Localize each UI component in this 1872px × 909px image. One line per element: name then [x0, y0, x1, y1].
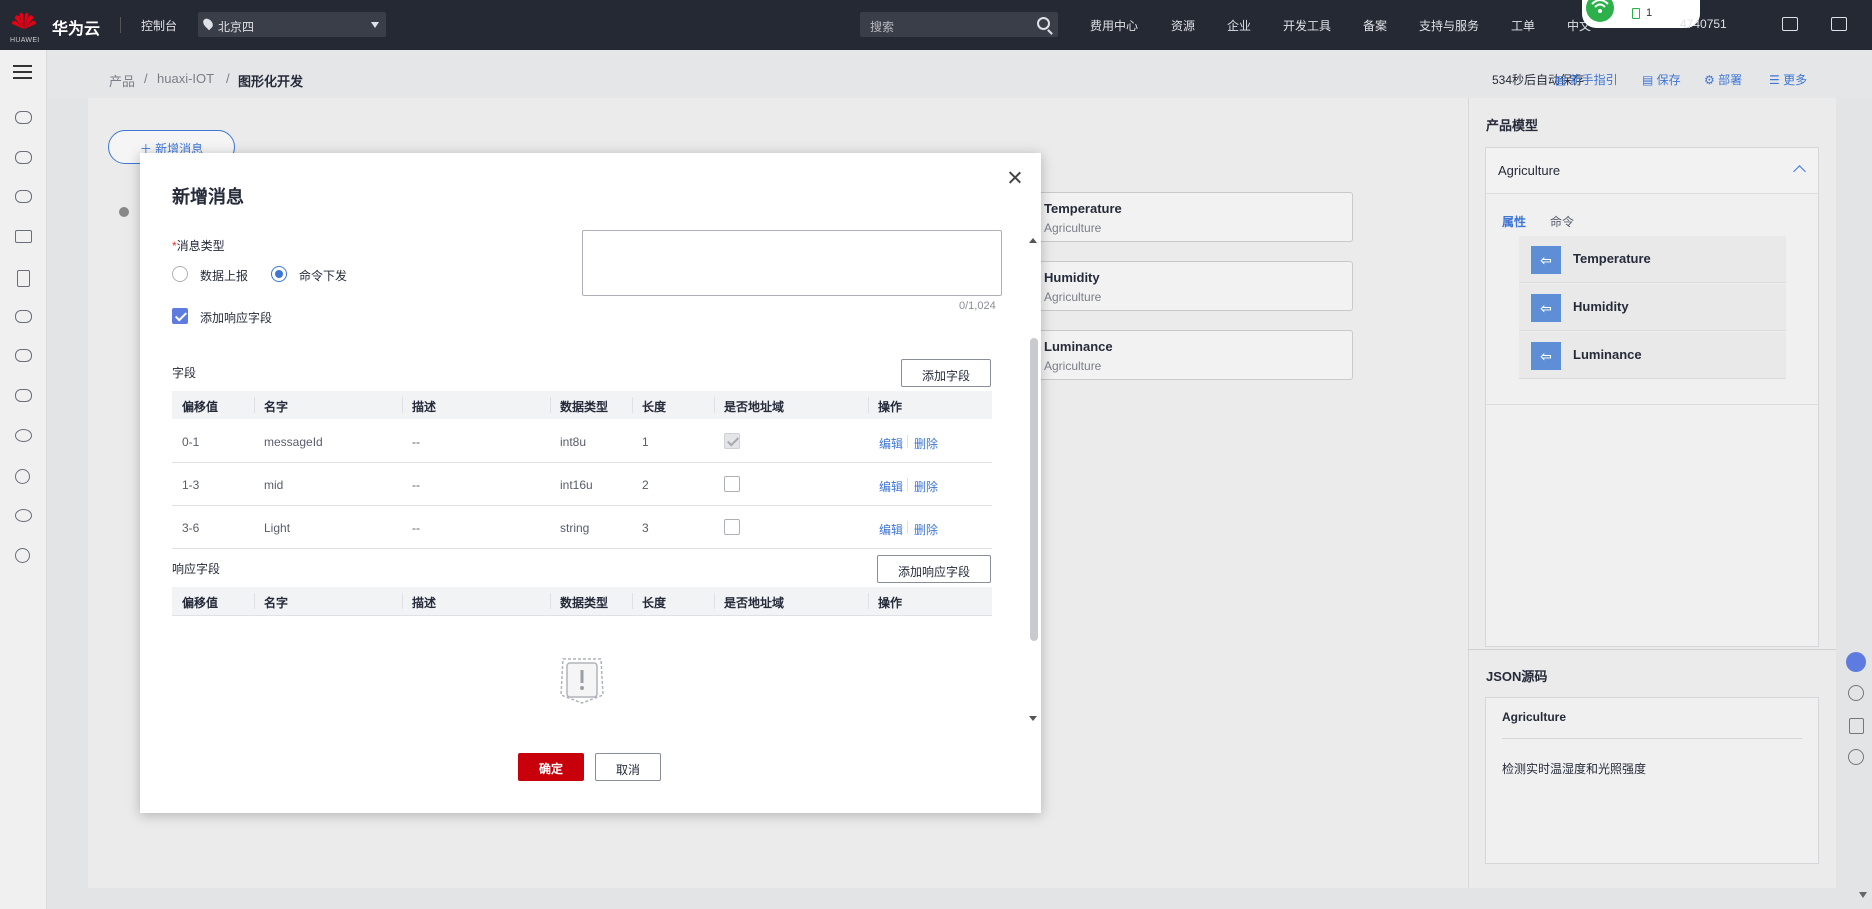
scrollbar-thumb[interactable]: [1030, 338, 1038, 641]
table-row: 1-3 mid -- int16u 2 编辑 删除: [172, 463, 992, 506]
cell-name: mid: [264, 478, 284, 492]
col-separator: [632, 593, 633, 609]
cell-desc: --: [412, 435, 420, 449]
col-length: 长度: [642, 596, 667, 610]
col-separator: [714, 593, 715, 609]
col-separator: [714, 397, 715, 413]
cell-desc: --: [412, 521, 420, 535]
dialog-scrollbar[interactable]: [1025, 238, 1039, 724]
cell-offset: 1-3: [182, 478, 200, 492]
radio-data-report-label[interactable]: 数据上报: [200, 267, 248, 284]
cell-name: Light: [264, 521, 291, 535]
confirm-button[interactable]: 确定: [518, 753, 584, 781]
col-separator: [254, 593, 255, 609]
cell-length: 1: [642, 435, 649, 449]
description-textarea[interactable]: [582, 230, 1002, 296]
cell-length: 3: [642, 521, 649, 535]
cell-type: int16u: [560, 478, 593, 492]
add-response-field-button[interactable]: 添加响应字段: [877, 555, 991, 583]
response-fields-label: 响应字段: [172, 562, 221, 576]
char-counter: 0/1,024: [959, 300, 996, 312]
col-actions: 操作: [878, 400, 903, 414]
cell-offset: 0-1: [182, 435, 200, 449]
edit-link[interactable]: 编辑: [879, 435, 903, 452]
divider: [907, 478, 908, 491]
col-type: 数据类型: [560, 400, 609, 414]
edit-link[interactable]: 编辑: [879, 521, 903, 538]
col-name: 名字: [264, 400, 289, 414]
col-is-address: 是否地址域: [724, 596, 785, 610]
is-address-checkbox[interactable]: [724, 519, 740, 535]
cell-type: string: [560, 521, 590, 535]
scroll-down-icon[interactable]: [1029, 716, 1037, 721]
empty-state-icon: [560, 658, 604, 704]
edit-link[interactable]: 编辑: [879, 478, 903, 495]
is-address-checkbox: [724, 433, 740, 449]
dialog-title: 新增消息: [172, 187, 244, 207]
cell-offset: 3-6: [182, 521, 200, 535]
col-actions: 操作: [878, 596, 903, 610]
scroll-up-icon[interactable]: [1029, 238, 1037, 243]
divider: [907, 435, 908, 448]
divider: [907, 521, 908, 534]
table-row: 3-6 Light -- string 3 编辑 删除: [172, 506, 992, 549]
fields-table-header: 偏移值 名字 描述 数据类型 长度 是否地址域 操作: [172, 391, 992, 419]
cell-desc: --: [412, 478, 420, 492]
col-offset: 偏移值: [182, 596, 219, 610]
cell-name: messageId: [264, 435, 323, 449]
col-separator: [550, 593, 551, 609]
delete-link[interactable]: 删除: [914, 435, 938, 452]
col-type: 数据类型: [560, 596, 609, 610]
col-offset: 偏移值: [182, 400, 219, 414]
divider: [172, 615, 992, 616]
col-separator: [402, 397, 403, 413]
add-response-checkbox[interactable]: [172, 308, 188, 324]
col-separator: [550, 397, 551, 413]
table-row: 0-1 messageId -- int8u 1 编辑 删除: [172, 420, 992, 463]
col-name: 名字: [264, 596, 289, 610]
radio-data-report[interactable]: [172, 266, 188, 282]
col-is-address: 是否地址域: [724, 400, 785, 414]
add-message-dialog: 新增消息 *消息类型 数据上报 命令下发 添加响应字段 0/1,024 字段 添…: [140, 153, 1041, 813]
delete-link[interactable]: 删除: [914, 521, 938, 538]
cancel-button[interactable]: 取消: [595, 753, 661, 781]
cell-length: 2: [642, 478, 649, 492]
delete-link[interactable]: 删除: [914, 478, 938, 495]
col-separator: [868, 397, 869, 413]
add-response-checkbox-label[interactable]: 添加响应字段: [200, 309, 272, 326]
radio-command-send[interactable]: [271, 266, 287, 282]
cell-type: int8u: [560, 435, 587, 449]
response-table-header: 偏移值 名字 描述 数据类型 长度 是否地址域 操作: [172, 587, 992, 615]
message-type-text: 消息类型: [176, 239, 225, 253]
radio-command-send-label[interactable]: 命令下发: [299, 267, 347, 284]
col-separator: [632, 397, 633, 413]
col-desc: 描述: [412, 596, 437, 610]
col-separator: [868, 593, 869, 609]
message-type-label: *消息类型: [172, 237, 225, 254]
add-field-button[interactable]: 添加字段: [901, 359, 991, 387]
fields-section-label: 字段: [172, 366, 197, 380]
col-desc: 描述: [412, 400, 437, 414]
col-length: 长度: [642, 400, 667, 414]
col-separator: [254, 397, 255, 413]
close-icon[interactable]: [1007, 170, 1023, 186]
is-address-checkbox[interactable]: [724, 476, 740, 492]
col-separator: [402, 593, 403, 609]
